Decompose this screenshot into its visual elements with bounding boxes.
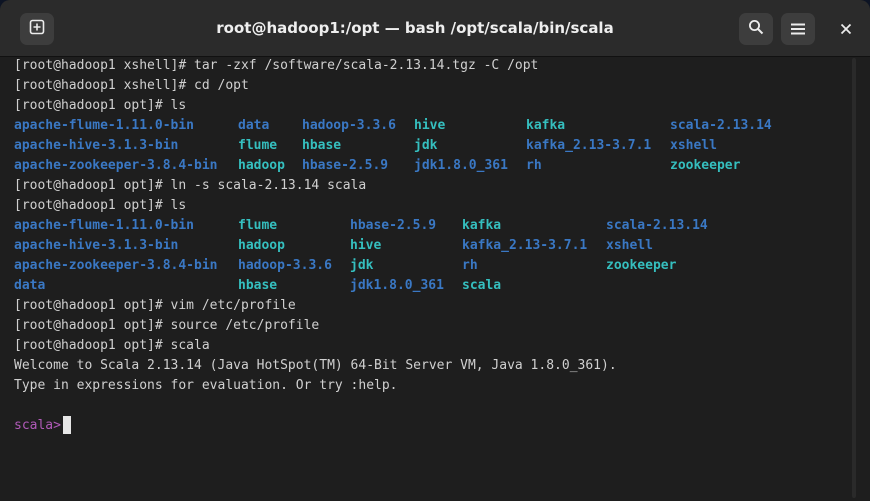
- dir-entry: kafka_2.13-3.7.1: [462, 238, 588, 253]
- dir-entry: apache-hive-3.1.3-bin: [14, 238, 179, 253]
- ls-row: apache-flume-1.11.0-bin flume hbase-2.5.…: [14, 216, 854, 236]
- output-line: Welcome to Scala 2.13.14 (Java HotSpot(T…: [14, 358, 617, 373]
- dir-entry: jdk1.8.0_361: [350, 278, 444, 293]
- dir-entry: apache-zookeeper-3.8.4-bin: [14, 158, 218, 173]
- close-icon: [840, 20, 852, 39]
- window-title: root@hadoop1:/opt — bash /opt/scala/bin/…: [216, 19, 614, 37]
- symlink-entry: kafka: [526, 118, 566, 133]
- close-button[interactable]: [829, 13, 863, 45]
- ls-row: apache-zookeeper-3.8.4-bin hadoop hbase-…: [14, 156, 854, 176]
- symlink-entry: hive: [414, 118, 446, 133]
- hamburger-menu-icon: [791, 20, 805, 39]
- symlink-entry: hadoop: [238, 238, 285, 253]
- symlink-entry: hbase: [238, 278, 278, 293]
- symlink-entry: hadoop: [238, 158, 285, 173]
- command-line: [root@hadoop1 opt]# vim /etc/profile: [14, 298, 296, 313]
- symlink-entry: jdk: [414, 138, 438, 153]
- symlink-entry: flume: [238, 218, 278, 233]
- dir-entry: scala-2.13.14: [670, 118, 772, 133]
- title-bar: root@hadoop1:/opt — bash /opt/scala/bin/…: [0, 0, 870, 57]
- dir-entry: kafka_2.13-3.7.1: [526, 138, 652, 153]
- dir-entry: hadoop-3.3.6: [238, 258, 332, 273]
- ls-row: apache-flume-1.11.0-bin data hadoop-3.3.…: [14, 116, 854, 136]
- dir-entry: data: [238, 118, 270, 133]
- dir-entry: apache-flume-1.11.0-bin: [14, 118, 195, 133]
- terminal-window: root@hadoop1:/opt — bash /opt/scala/bin/…: [0, 0, 870, 501]
- scala-prompt-line[interactable]: scala>: [14, 415, 854, 436]
- command-line: [root@hadoop1 opt]# scala: [14, 338, 210, 353]
- symlink-entry: scala: [462, 278, 502, 293]
- ls-row: data hbase jdk1.8.0_361 scala: [14, 276, 854, 296]
- symlink-entry: zookeeper: [606, 258, 677, 273]
- search-icon: [748, 19, 764, 39]
- new-tab-button[interactable]: [20, 13, 54, 45]
- scala-prompt: scala>: [14, 418, 61, 433]
- symlink-entry: hbase: [302, 138, 342, 153]
- dir-entry: apache-hive-3.1.3-bin: [14, 138, 179, 153]
- terminal-output[interactable]: [root@hadoop1 xshell]# tar -zxf /softwar…: [14, 56, 854, 501]
- dir-entry: rh: [462, 258, 478, 273]
- dir-entry: apache-zookeeper-3.8.4-bin: [14, 258, 218, 273]
- new-tab-icon: [29, 19, 45, 39]
- symlink-entry: hive: [350, 238, 382, 253]
- symlink-entry: zookeeper: [670, 158, 741, 173]
- search-button[interactable]: [739, 13, 773, 45]
- terminal-scrollbar[interactable]: [852, 58, 856, 498]
- dir-entry: rh: [526, 158, 542, 173]
- text-cursor: [62, 415, 71, 434]
- command-line: [root@hadoop1 opt]# ln -s scala-2.13.14 …: [14, 178, 367, 193]
- dir-entry: data: [14, 278, 46, 293]
- command-line: [root@hadoop1 xshell]# tar -zxf /softwar…: [14, 58, 539, 73]
- ls-row: apache-hive-3.1.3-bin flume hbase jdk ka…: [14, 136, 854, 156]
- dir-entry: hbase-2.5.9: [302, 158, 389, 173]
- symlink-entry: flume: [238, 138, 278, 153]
- symlink-entry: kafka: [462, 218, 502, 233]
- dir-entry: xshell: [606, 238, 653, 253]
- command-line: [root@hadoop1 xshell]# cd /opt: [14, 78, 249, 93]
- output-line: Type in expressions for evaluation. Or t…: [14, 378, 398, 393]
- command-line: [root@hadoop1 opt]# ls: [14, 198, 187, 213]
- command-line: [root@hadoop1 opt]# source /etc/profile: [14, 318, 320, 333]
- dir-entry: jdk1.8.0_361: [414, 158, 508, 173]
- dir-entry: hbase-2.5.9: [350, 218, 437, 233]
- menu-button[interactable]: [781, 13, 815, 45]
- dir-entry: xshell: [670, 138, 717, 153]
- dir-entry: apache-flume-1.11.0-bin: [14, 218, 195, 233]
- command-line: [root@hadoop1 opt]# ls: [14, 98, 187, 113]
- ls-row: apache-hive-3.1.3-bin hadoop hive kafka_…: [14, 236, 854, 256]
- dir-entry: hadoop-3.3.6: [302, 118, 396, 133]
- ls-row: apache-zookeeper-3.8.4-bin hadoop-3.3.6 …: [14, 256, 854, 276]
- dir-entry: scala-2.13.14: [606, 218, 708, 233]
- symlink-entry: jdk: [350, 258, 374, 273]
